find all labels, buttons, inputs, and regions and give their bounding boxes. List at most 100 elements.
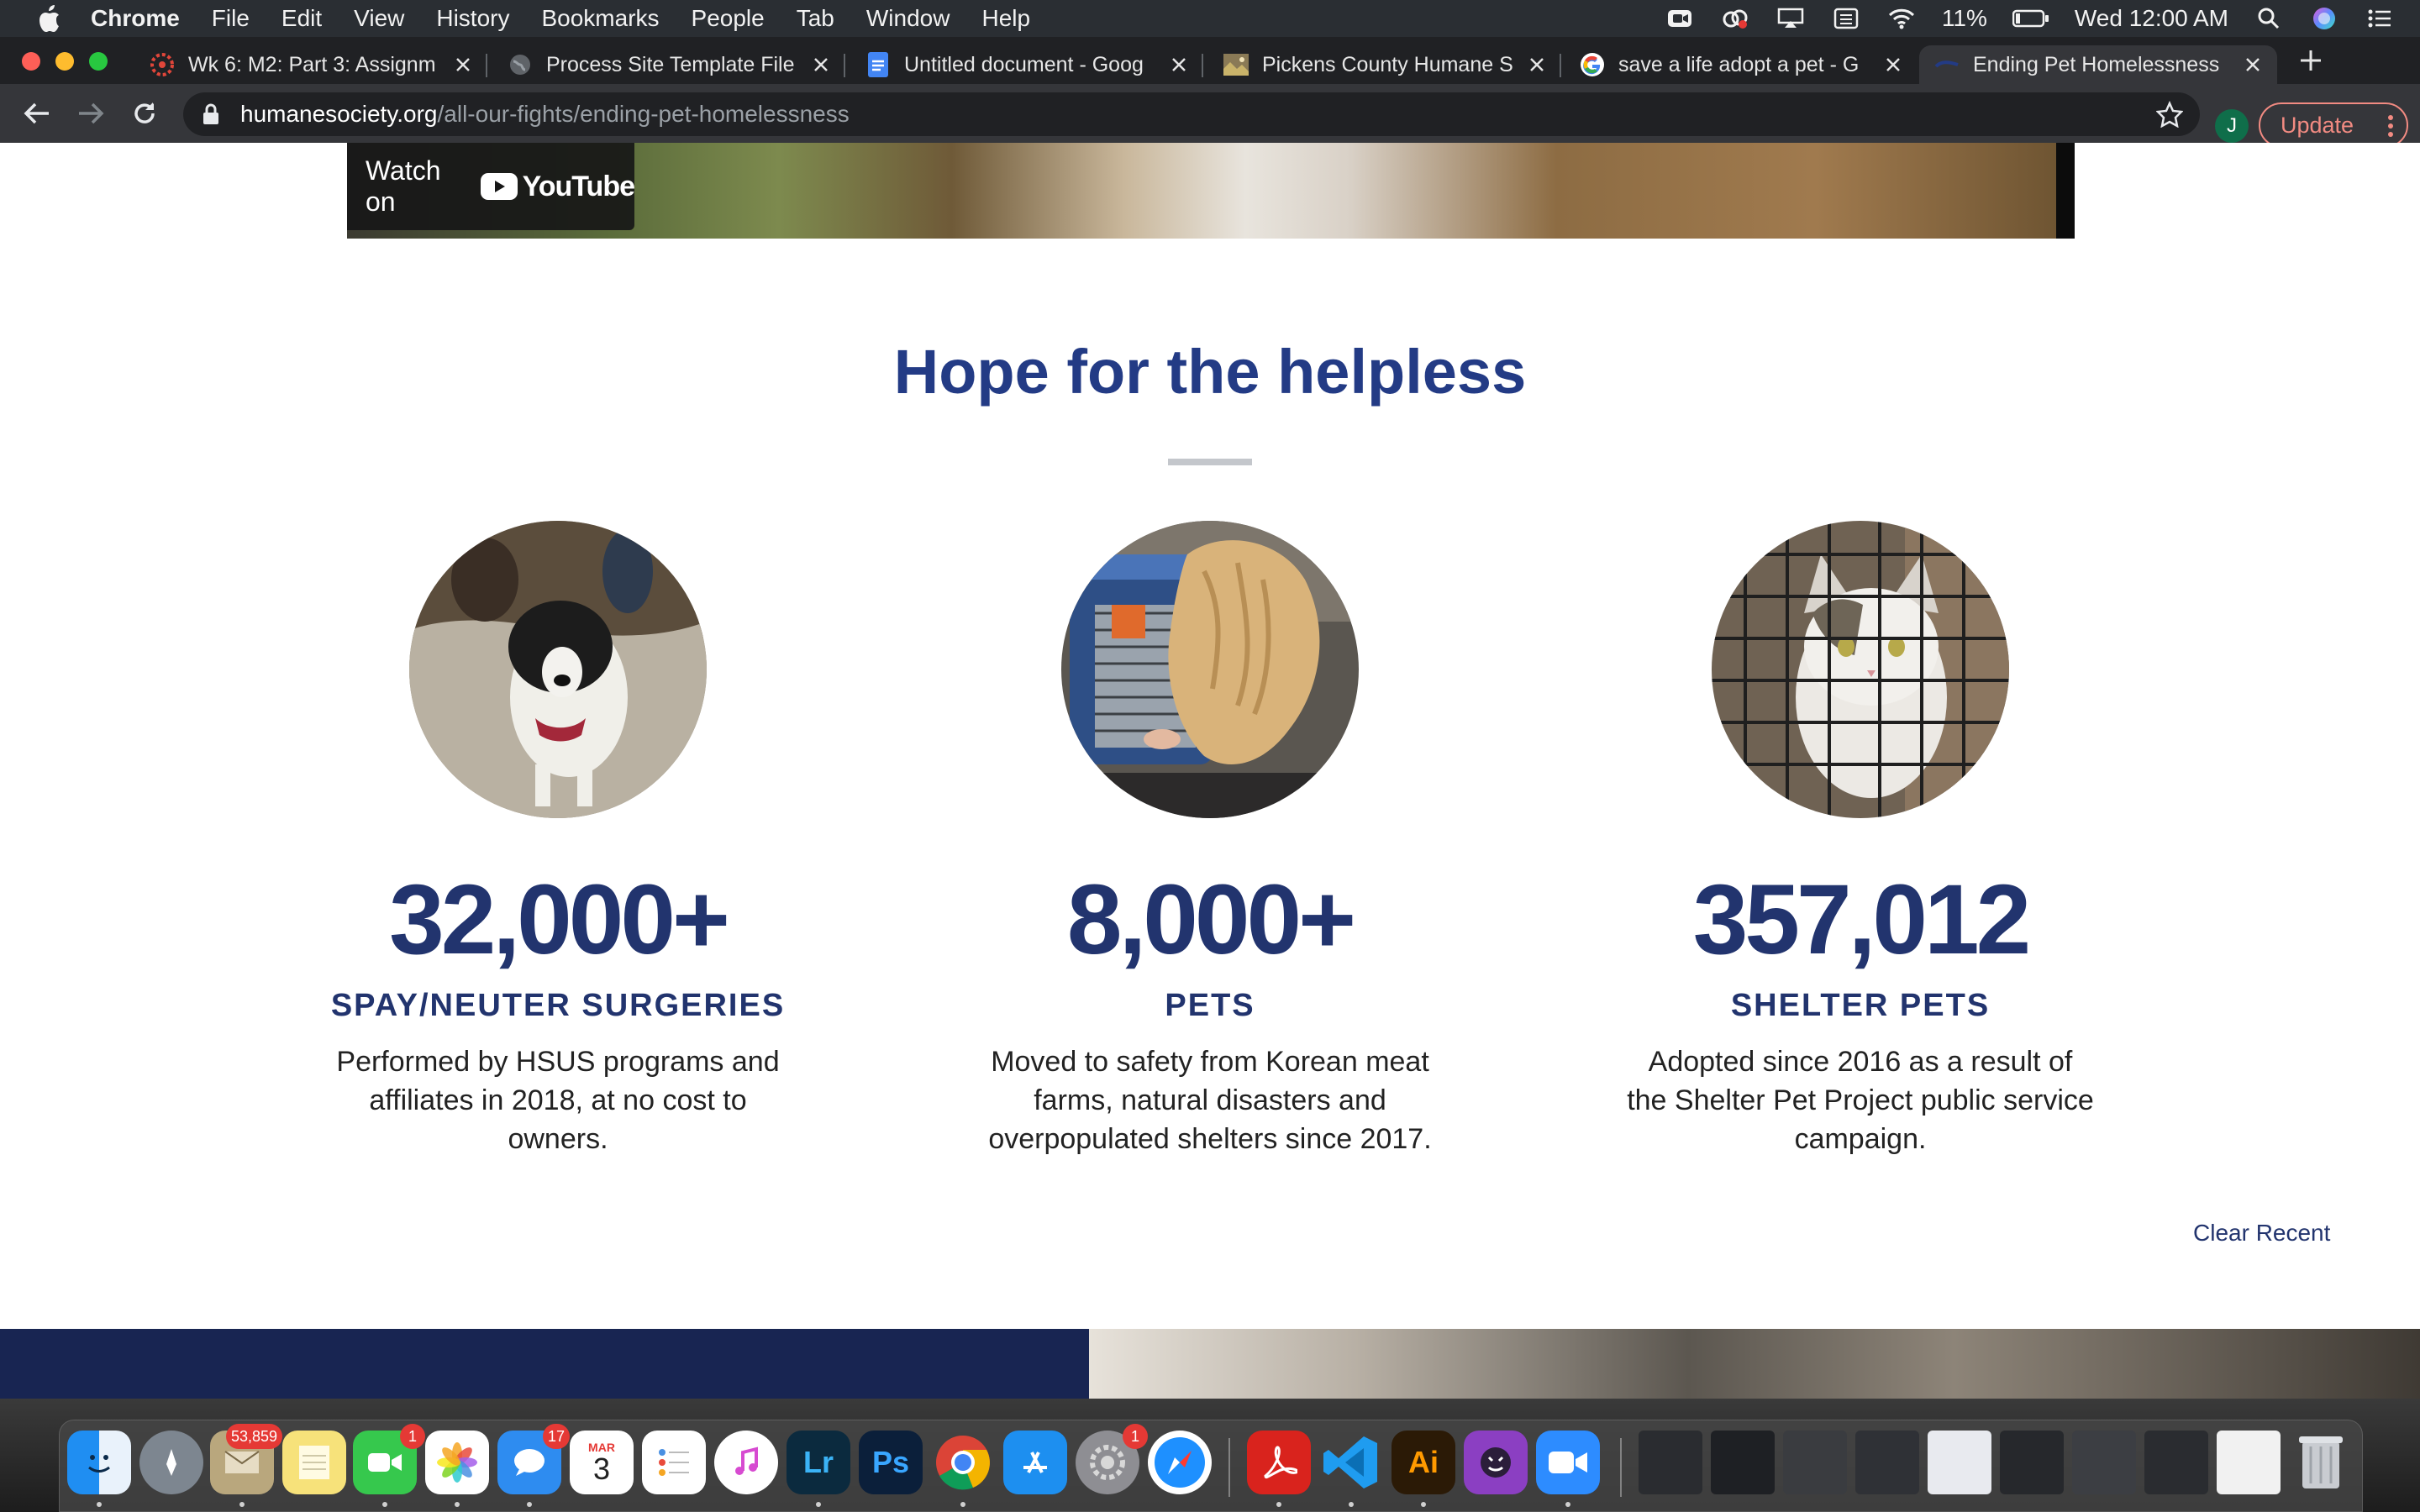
menu-bookmarks[interactable]: Bookmarks <box>541 5 659 32</box>
menu-history[interactable]: History <box>436 5 509 32</box>
keyboard-input-icon[interactable] <box>1831 7 1861 30</box>
reminders-icon[interactable] <box>642 1431 706 1494</box>
safari-icon[interactable] <box>1148 1431 1212 1494</box>
stat-description: Adopted since 2016 as a result of the Sh… <box>1627 1046 2094 1155</box>
dock-separator <box>1620 1438 1622 1497</box>
window-minimize-button[interactable] <box>55 52 74 71</box>
menu-help[interactable]: Help <box>981 5 1030 32</box>
more-vertical-icon[interactable] <box>2386 114 2395 138</box>
menu-view[interactable]: View <box>354 5 404 32</box>
menu-file[interactable]: File <box>212 5 250 32</box>
minimized-window-8[interactable] <box>2144 1431 2208 1494</box>
itunes-icon[interactable] <box>714 1431 778 1494</box>
profile-avatar[interactable]: J <box>2215 109 2249 143</box>
illustrator-label: Ai <box>1408 1445 1439 1479</box>
photos-icon[interactable] <box>425 1431 489 1494</box>
forward-arrow-icon[interactable] <box>74 97 108 130</box>
tab-close-icon[interactable] <box>1524 52 1549 77</box>
tab-process-site-template[interactable]: Process Site Template File <box>492 45 845 84</box>
running-indicator <box>1276 1502 1281 1507</box>
chrome-icon[interactable] <box>931 1431 995 1494</box>
clear-recent-link[interactable]: Clear Recent <box>2193 1220 2330 1247</box>
trash-icon[interactable] <box>2289 1431 2353 1494</box>
facetime-icon[interactable]: 1 <box>353 1424 425 1494</box>
photoshop-icon[interactable]: Ps <box>859 1431 923 1494</box>
airplay-icon[interactable] <box>1776 7 1806 30</box>
creative-cloud-icon[interactable] <box>1720 7 1750 30</box>
tab-close-icon[interactable] <box>808 52 834 77</box>
zoom-status-icon[interactable] <box>1665 7 1695 30</box>
minimized-window-2[interactable] <box>1711 1431 1775 1494</box>
illustrator-icon[interactable]: Ai <box>1392 1431 1455 1494</box>
acrobat-icon[interactable] <box>1247 1431 1311 1494</box>
mail-icon[interactable]: 53,859 <box>210 1424 282 1494</box>
window-close-button[interactable] <box>22 52 40 71</box>
reload-icon[interactable] <box>128 97 161 130</box>
running-indicator <box>1421 1502 1426 1507</box>
siri-icon[interactable] <box>2309 7 2339 30</box>
menu-chrome[interactable]: Chrome <box>91 5 180 32</box>
menu-window[interactable]: Window <box>866 5 950 32</box>
window-zoom-button[interactable] <box>89 52 108 71</box>
tab-title: save a life adopt a pet - G <box>1618 52 1860 76</box>
lightroom-icon[interactable]: Lr <box>786 1431 850 1494</box>
tab-pickens-county[interactable]: Pickens County Humane S <box>1208 45 1561 84</box>
system-preferences-icon[interactable]: 1 <box>1076 1424 1148 1494</box>
apple-logo-icon[interactable] <box>32 2 66 35</box>
bookmark-star-icon[interactable] <box>2155 100 2184 129</box>
address-bar[interactable]: humanesociety.org /all-our-fights/ending… <box>183 92 2200 136</box>
tab-close-icon[interactable] <box>450 52 476 77</box>
finder-icon[interactable] <box>67 1431 131 1494</box>
menubar-clock[interactable]: Wed 12:00 AM <box>2075 5 2228 32</box>
battery-icon[interactable] <box>2012 7 2049 30</box>
update-chrome-button[interactable]: Update <box>2259 102 2408 148</box>
video-embed[interactable]: Watch on YouTube <box>347 143 2075 239</box>
tab-close-icon[interactable] <box>1166 52 1192 77</box>
notification-center-icon[interactable] <box>2365 7 2395 30</box>
menu-edit[interactable]: Edit <box>281 5 322 32</box>
watch-on-youtube-button[interactable]: Watch on YouTube <box>347 143 635 230</box>
calendar-icon[interactable]: MAR 3 <box>570 1431 634 1494</box>
tab-close-icon[interactable] <box>2240 52 2265 77</box>
app-store-icon[interactable] <box>1003 1431 1067 1494</box>
stat-value: 32,000+ <box>389 864 730 975</box>
launchpad-icon[interactable] <box>139 1431 203 1494</box>
minimized-window-9[interactable] <box>2217 1431 2281 1494</box>
spotlight-search-icon[interactable] <box>2254 7 2284 30</box>
menu-tab[interactable]: Tab <box>797 5 834 32</box>
notes-icon[interactable] <box>282 1431 346 1494</box>
stat-label: SHELTER PETS <box>1730 988 1991 1023</box>
back-arrow-icon[interactable] <box>20 97 54 130</box>
minimized-window-6[interactable] <box>2000 1431 2064 1494</box>
canvas-icon <box>150 52 175 77</box>
new-tab-plus-icon[interactable] <box>2294 44 2328 77</box>
wifi-icon[interactable] <box>1886 7 1917 30</box>
tab-canvas-assignment[interactable]: Wk 6: M2: Part 3: Assignm <box>134 45 487 84</box>
stat-value: 357,012 <box>1692 864 2032 975</box>
zoom-app-icon[interactable] <box>1536 1431 1600 1494</box>
tab-close-icon[interactable] <box>1881 52 1906 77</box>
preferences-badge: 1 <box>1123 1424 1148 1449</box>
lock-icon[interactable] <box>200 102 222 127</box>
running-indicator <box>1565 1502 1570 1507</box>
tab-google-search[interactable]: save a life adopt a pet - G <box>1565 45 1918 84</box>
stat-pets: 8,000+ PETS Moved to safety from Korean … <box>891 521 1529 1158</box>
minimized-window-1[interactable] <box>1639 1431 1702 1494</box>
vscode-icon[interactable] <box>1319 1431 1383 1494</box>
minimized-window-4[interactable] <box>1855 1431 1919 1494</box>
minimized-window-3[interactable] <box>1783 1431 1847 1494</box>
macos-menubar: Chrome File Edit View History Bookmarks … <box>0 0 2420 37</box>
menu-people[interactable]: People <box>692 5 765 32</box>
tab-google-doc[interactable]: Untitled document - Goog <box>850 45 1203 84</box>
google-icon <box>1580 52 1605 77</box>
footer-image <box>1089 1329 2420 1399</box>
lightroom-label: Lr <box>803 1445 834 1479</box>
stat-description: Moved to safety from Korean meat farms, … <box>988 1046 1432 1155</box>
mail-badge: 53,859 <box>225 1424 282 1449</box>
minimized-window-7[interactable] <box>2072 1431 2136 1494</box>
minimized-window-5[interactable] <box>1928 1431 1991 1494</box>
messages-icon[interactable]: 17 <box>497 1424 570 1494</box>
tab-ending-pet-homelessness[interactable]: Ending Pet Homelessness <box>1919 45 2277 84</box>
github-desktop-icon[interactable] <box>1464 1431 1528 1494</box>
video-letterbox <box>2056 143 2075 239</box>
